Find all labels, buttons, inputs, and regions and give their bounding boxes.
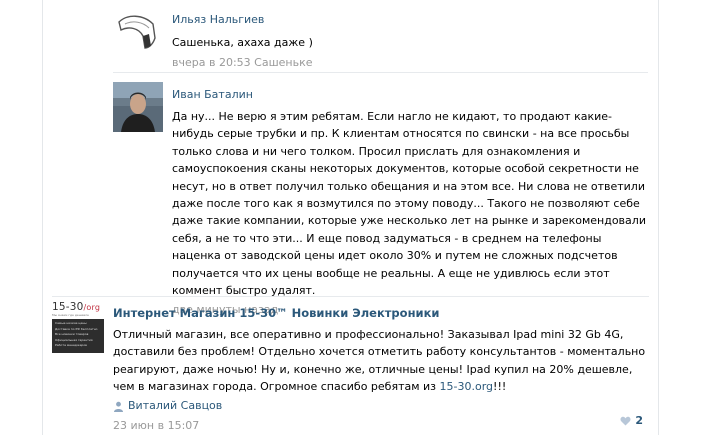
logo-text: 15-30 [52, 301, 84, 313]
shop-logo[interactable]: 15-30/org Мы знаем где дешевле Самые низ… [52, 302, 104, 354]
heart-icon [620, 416, 631, 425]
post-time[interactable]: 23 июн в 15:07 [113, 419, 648, 433]
comment-text: Сашенька, ахаха даже ) [172, 36, 313, 49]
logo-suffix: /org [83, 303, 101, 312]
comment-author[interactable]: Ильяз Нальгиев [172, 13, 648, 27]
like-button[interactable]: 2 [620, 414, 643, 427]
shop-link[interactable]: 15-30.org [440, 380, 494, 393]
comment-author[interactable]: Иван Баталин [172, 88, 648, 102]
reply-to-link[interactable]: Сашеньке [254, 56, 312, 69]
logo-tagline: Мы знаем где дешевле [52, 313, 89, 317]
like-count: 2 [635, 414, 643, 427]
user-photo-icon [113, 82, 163, 132]
post-text-body: Отличный магазин, все оперативно и профе… [113, 328, 646, 393]
comment-time[interactable]: вчера в 20:53 [172, 56, 251, 69]
comment-text: Да ну... Не верю я этим ребятам. Если на… [172, 110, 646, 298]
comment-meta: вчера в 20:53 Сашеньке [172, 56, 648, 70]
signer-name[interactable]: Виталий Савцов [128, 399, 222, 413]
logo-line: Работа менеджеров [55, 343, 87, 347]
avatar[interactable] [113, 8, 163, 58]
feed-left-border [42, 0, 43, 435]
avatar[interactable] [113, 82, 163, 132]
post-text-end: !!! [493, 379, 507, 393]
helmet-avatar-icon [113, 8, 163, 58]
person-icon [114, 401, 123, 412]
logo-banner: Самые низкие цены Доставка по РФ бесплат… [52, 319, 104, 353]
post-text: Отличный магазин, все оперативно и профе… [113, 326, 648, 395]
post-author[interactable]: Интернет Магазин 15-30™ Новинки Электрон… [113, 306, 648, 320]
feed-right-border [658, 0, 659, 435]
post-signer[interactable]: Виталий Савцов [113, 399, 648, 413]
